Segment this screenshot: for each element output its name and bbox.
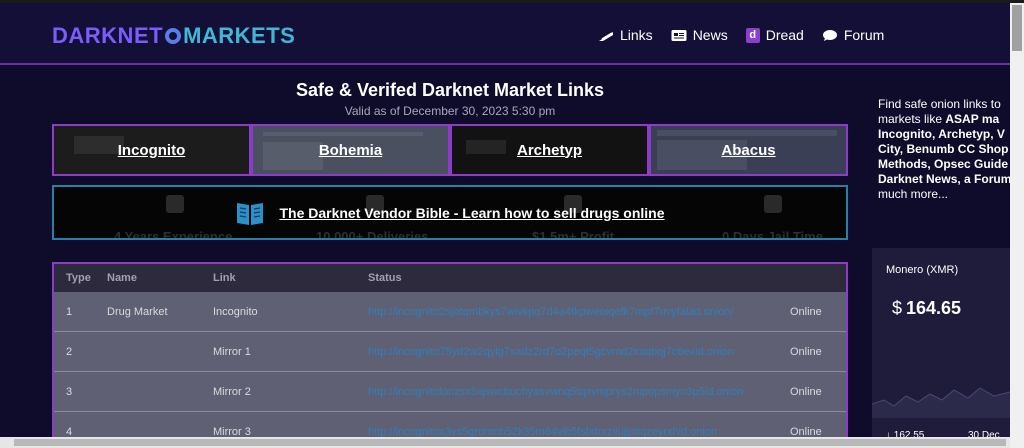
market-tile-incognito[interactable]: Incognito — [52, 124, 251, 176]
logo-text-markets: MARKETS — [183, 23, 296, 48]
page-title: Safe & Verifed Darknet Market Links — [295, 80, 605, 100]
sidebar-description: Find safe onion links to markets like AS… — [878, 97, 1018, 202]
site-logo[interactable]: DARKNET MARKETS — [52, 23, 295, 49]
dread-icon: d — [745, 27, 760, 43]
logo-text-darknet: DARKNET — [52, 23, 164, 48]
main-nav: Links News d Dread Forum — [598, 27, 884, 43]
cell-status: Online — [790, 305, 822, 318]
nav-dread[interactable]: d Dread — [745, 27, 804, 43]
chat-bubble-icon — [822, 29, 837, 41]
banner-bg-stat: 4 Years Experience — [114, 229, 233, 240]
xmr-currency: $ — [892, 298, 903, 318]
links-table: Type Name Link Status 1 Drug Market Inco… — [52, 262, 848, 448]
market-tile-label: Bohemia — [318, 141, 383, 159]
book-icon — [237, 202, 264, 225]
horizontal-scroll-thumb[interactable] — [14, 439, 1006, 446]
cell-status: Online — [790, 425, 822, 438]
cell-link: Mirror 2 — [213, 385, 251, 398]
market-tile-label: Incognito — [117, 141, 186, 159]
onion-url-link[interactable]: http://incognitolonzsx5xjswcbuchyasvwnq5… — [360, 386, 790, 398]
banner-link-text: The Darknet Vendor Bible - Learn how to … — [279, 204, 665, 221]
cell-status: Online — [790, 385, 822, 398]
handshake-icon — [764, 195, 782, 213]
market-tiles: Incognito Bohemia Archetyp Abacus — [52, 124, 848, 176]
cell-type: 3 — [66, 385, 73, 398]
col-header-status: Status — [368, 272, 402, 284]
vertical-scroll-thumb[interactable] — [1012, 5, 1022, 51]
tile-screenshot-decoration — [263, 132, 423, 136]
cell-link: Incognito — [213, 305, 258, 318]
banner-bg-stat: $1.5m+ Profit — [532, 229, 615, 240]
onion-url-link[interactable]: http://incognito75yd2w2qylg7xadz2rd7o2pe… — [360, 346, 790, 358]
table-row: 3 Mirror 2 http://incognitolonzsx5xjswcb… — [54, 372, 846, 412]
cell-status: Online — [790, 345, 822, 358]
cell-type: 1 — [66, 305, 73, 318]
nav-news[interactable]: News — [671, 27, 728, 43]
market-tile-abacus[interactable]: Abacus — [649, 124, 848, 176]
monero-price-widget: Monero (XMR) $164.65 ↓ 162.55 30 Dec — [872, 248, 1010, 448]
sidebar-bold-3: City, Benumb CC Shop — [878, 142, 1009, 156]
table-header: Type Name Link Status — [54, 264, 846, 292]
page-subtitle: Valid as of December 30, 2023 5:30 pm — [344, 104, 556, 118]
cell-link: Mirror 3 — [213, 425, 251, 438]
table-row: 1 Drug Market Incognito http://incognito… — [54, 292, 846, 332]
col-header-name: Name — [107, 272, 137, 284]
links-icon — [599, 31, 613, 41]
tile-screenshot-decoration — [74, 136, 124, 154]
nav-forum[interactable]: Forum — [822, 27, 884, 43]
nav-links-label: Links — [620, 27, 653, 43]
vendor-bible-banner[interactable]: 4 Years Experience 10,000+ Deliveries $1… — [52, 185, 848, 240]
xmr-label: Monero (XMR) — [886, 264, 959, 276]
onion-url-link[interactable]: http://incognito2sjotqmbkys7wivkpq7d4a4t… — [360, 306, 790, 318]
cell-type: 2 — [66, 345, 73, 358]
xmr-price: $164.65 — [892, 298, 961, 319]
vertical-scrollbar[interactable] — [1010, 3, 1024, 448]
xmr-sparkline — [872, 387, 1010, 418]
nav-news-label: News — [692, 27, 728, 43]
tile-screenshot-decoration — [466, 140, 506, 154]
calendar-icon — [166, 195, 184, 213]
market-tile-label: Abacus — [721, 141, 776, 159]
col-header-link: Link — [213, 272, 236, 284]
tile-screenshot-decoration — [263, 142, 323, 170]
cell-type: 4 — [66, 425, 73, 438]
banner-bg-stat: 0 Days Jail Time — [722, 229, 823, 240]
banner-bg-stat: 10,000+ Deliveries — [316, 229, 429, 240]
sidebar-bold-2: Incognito, Archetyp, V — [878, 127, 1005, 141]
col-header-type: Type — [66, 272, 91, 284]
xmr-price-value: 164.65 — [906, 298, 962, 318]
tile-screenshot-decoration — [657, 130, 837, 136]
cell-name: Drug Market — [107, 305, 168, 318]
nav-links[interactable]: Links — [598, 27, 653, 43]
sidebar-tail: much more... — [878, 187, 949, 201]
market-tile-bohemia[interactable]: Bohemia — [251, 124, 450, 176]
sidebar-bold-5: Darknet News, a Forum — [878, 172, 1012, 186]
logo-swirl-icon — [165, 28, 182, 44]
table-row: 2 Mirror 1 http://incognito75yd2w2qylg7x… — [54, 332, 846, 372]
market-tile-archetyp[interactable]: Archetyp — [450, 124, 649, 176]
sidebar-bold-1: ASAP ma — [945, 112, 1000, 126]
sidebar-bold-4: Methods, Opsec Guide — [878, 157, 1009, 171]
onion-url-link[interactable]: http://incognitox3vs5grdnmh52k35m64vib5f… — [360, 426, 790, 438]
nav-dread-label: Dread — [765, 27, 804, 43]
nav-forum-label: Forum — [843, 27, 885, 43]
market-tile-label: Archetyp — [516, 141, 583, 159]
cell-link: Mirror 1 — [213, 345, 251, 358]
newspaper-icon — [671, 29, 687, 41]
site-header: DARKNET MARKETS Links News d Dread Forum — [0, 3, 1010, 65]
